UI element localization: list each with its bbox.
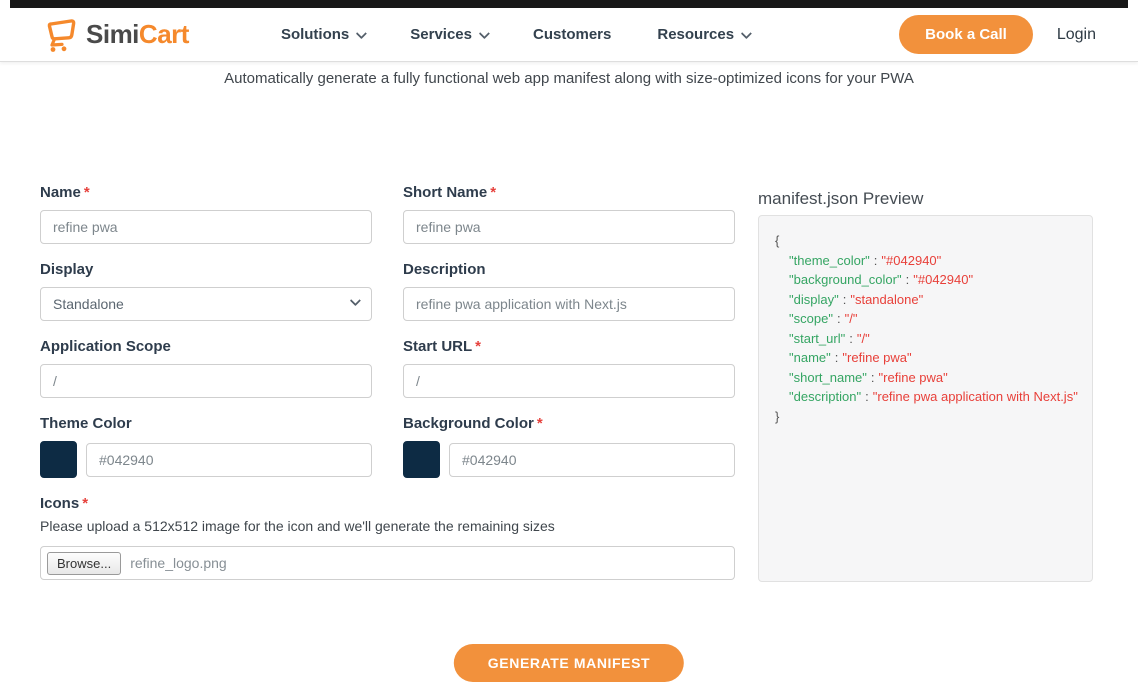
main-nav: Solutions Services Customers Resources	[281, 26, 749, 43]
application-scope-input[interactable]	[40, 364, 372, 398]
browse-button[interactable]: Browse...	[47, 552, 121, 575]
chevron-down-icon	[356, 27, 367, 38]
description-field-group: Description	[403, 261, 735, 321]
name-input[interactable]	[40, 210, 372, 244]
application-scope-field-group: Application Scope	[40, 338, 372, 398]
description-label: Description	[403, 261, 735, 278]
book-a-call-button[interactable]: Book a Call	[899, 15, 1033, 54]
icons-help-text: Please upload a 512x512 image for the ic…	[40, 518, 735, 534]
cart-icon	[42, 17, 80, 53]
theme-color-label: Theme Color	[40, 415, 372, 432]
nav-services[interactable]: Services	[410, 26, 487, 43]
generate-manifest-button[interactable]: GENERATE MANIFEST	[454, 644, 684, 682]
name-label: Name*	[40, 184, 372, 201]
icons-file-input[interactable]: Browse... refine_logo.png	[40, 546, 735, 580]
short-name-field-group: Short Name*	[403, 184, 735, 244]
header-actions: Book a Call Login	[899, 15, 1096, 54]
chevron-down-icon	[479, 27, 490, 38]
start-url-label: Start URL*	[403, 338, 735, 355]
json-line: scope:/	[775, 309, 1076, 329]
icons-label: Icons*	[40, 495, 735, 512]
json-line: description:refine pwa application with …	[775, 387, 1076, 407]
brand-name: SimiCart	[86, 19, 189, 50]
json-line: background_color:#042940	[775, 270, 1076, 290]
manifest-preview-title: manifest.json Preview	[758, 189, 923, 209]
background-color-label: Background Color*	[403, 415, 735, 432]
manifest-form: Name* Short Name* Display Description Ap…	[40, 184, 735, 597]
nav-solutions[interactable]: Solutions	[281, 26, 364, 43]
description-input[interactable]	[403, 287, 735, 321]
display-label: Display	[40, 261, 372, 278]
short-name-label: Short Name*	[403, 184, 735, 201]
icons-field-group: Icons* Please upload a 512x512 image for…	[40, 495, 735, 580]
json-line: theme_color:#042940	[775, 251, 1076, 271]
json-line: name:refine pwa	[775, 348, 1076, 368]
json-line: display:standalone	[775, 290, 1076, 310]
header: SimiCart Solutions Services Customers Re…	[0, 8, 1138, 62]
theme-color-field-group: Theme Color	[40, 415, 372, 478]
page-subtitle: Automatically generate a fully functiona…	[0, 70, 1138, 87]
start-url-field-group: Start URL*	[403, 338, 735, 398]
start-url-input[interactable]	[403, 364, 735, 398]
application-scope-label: Application Scope	[40, 338, 372, 355]
theme-color-input[interactable]	[86, 443, 372, 477]
theme-color-swatch[interactable]	[40, 441, 77, 478]
json-line: start_url:/	[775, 329, 1076, 349]
simicart-logo[interactable]: SimiCart	[42, 17, 189, 53]
display-select[interactable]	[40, 287, 372, 321]
background-color-field-group: Background Color*	[403, 415, 735, 478]
json-open-brace: {	[775, 231, 1076, 251]
background-color-input[interactable]	[449, 443, 735, 477]
selected-file-name: refine_logo.png	[130, 555, 227, 571]
top-black-bar	[10, 0, 1128, 8]
nav-resources[interactable]: Resources	[657, 26, 749, 43]
login-link[interactable]: Login	[1057, 26, 1096, 44]
chevron-down-icon	[741, 27, 752, 38]
name-field-group: Name*	[40, 184, 372, 244]
display-field-group: Display	[40, 261, 372, 321]
nav-customers[interactable]: Customers	[533, 26, 611, 43]
short-name-input[interactable]	[403, 210, 735, 244]
background-color-swatch[interactable]	[403, 441, 440, 478]
json-line: short_name:refine pwa	[775, 368, 1076, 388]
manifest-preview-panel: { theme_color:#042940 background_color:#…	[758, 215, 1093, 582]
json-close-brace: }	[775, 407, 1076, 427]
